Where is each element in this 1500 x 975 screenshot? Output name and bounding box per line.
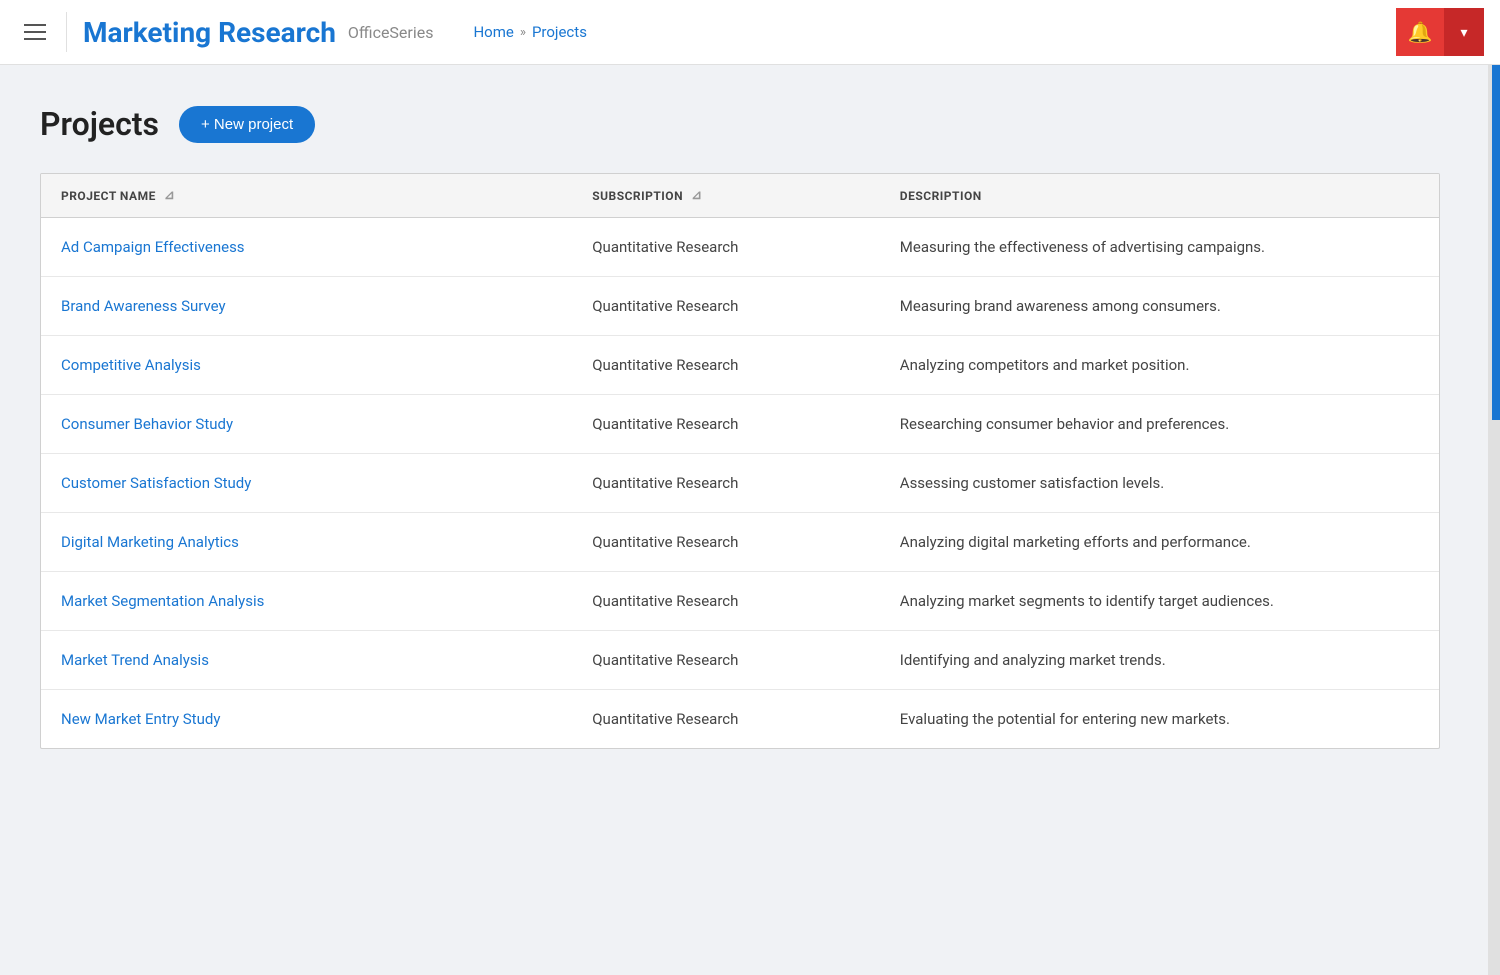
cell-subscription: Quantitative Research bbox=[572, 218, 880, 277]
project-link[interactable]: Market Trend Analysis bbox=[61, 651, 209, 669]
cell-description: Analyzing market segments to identify ta… bbox=[880, 572, 1439, 631]
table-header: PROJECT NAME ⊿ SUBSCRIPTION ⊿ DESCRIPTIO… bbox=[41, 174, 1439, 218]
header-divider bbox=[66, 12, 67, 52]
projects-table: PROJECT NAME ⊿ SUBSCRIPTION ⊿ DESCRIPTIO… bbox=[41, 174, 1439, 748]
app-title: Marketing Research bbox=[83, 16, 336, 49]
cell-description: Measuring the effectiveness of advertisi… bbox=[880, 218, 1439, 277]
cell-description: Analyzing competitors and market positio… bbox=[880, 336, 1439, 395]
project-link[interactable]: Consumer Behavior Study bbox=[61, 415, 233, 433]
chevron-down-icon: ▾ bbox=[1460, 24, 1467, 41]
app-subtitle: OfficeSeries bbox=[348, 23, 434, 42]
table-row: Consumer Behavior Study Quantitative Rese… bbox=[41, 395, 1439, 454]
cell-project-name: Market Segmentation Analysis bbox=[41, 572, 572, 631]
notification-icon: 🔔 bbox=[1408, 20, 1433, 45]
breadcrumb-current: Projects bbox=[532, 23, 587, 41]
table-row: Digital Marketing Analytics Quantitative … bbox=[41, 513, 1439, 572]
col-header-name: PROJECT NAME ⊿ bbox=[41, 174, 572, 218]
cell-subscription: Quantitative Research bbox=[572, 454, 880, 513]
project-link[interactable]: Customer Satisfaction Study bbox=[61, 474, 251, 492]
main-content: Projects + New project PROJECT NAME ⊿ SU… bbox=[0, 65, 1500, 789]
header-actions: 🔔 ▾ bbox=[1396, 8, 1484, 56]
cell-description: Identifying and analyzing market trends. bbox=[880, 631, 1439, 690]
cell-project-name: Digital Marketing Analytics bbox=[41, 513, 572, 572]
hamburger-menu[interactable] bbox=[16, 16, 54, 48]
cell-description: Measuring brand awareness among consumer… bbox=[880, 277, 1439, 336]
cell-description: Analyzing digital marketing efforts and … bbox=[880, 513, 1439, 572]
breadcrumb-separator: » bbox=[520, 25, 526, 40]
project-link[interactable]: Digital Marketing Analytics bbox=[61, 533, 239, 551]
cell-description: Researching consumer behavior and prefer… bbox=[880, 395, 1439, 454]
cell-project-name: Ad Campaign Effectiveness bbox=[41, 218, 572, 277]
table-row: Market Segmentation Analysis Quantitative… bbox=[41, 572, 1439, 631]
filter-icon-subscription[interactable]: ⊿ bbox=[691, 188, 702, 203]
cell-project-name: New Market Entry Study bbox=[41, 690, 572, 749]
breadcrumb: Home » Projects bbox=[473, 23, 586, 41]
app-header: Marketing Research OfficeSeries Home » P… bbox=[0, 0, 1500, 65]
table-row: Brand Awareness Survey Quantitative Resea… bbox=[41, 277, 1439, 336]
project-link[interactable]: Market Segmentation Analysis bbox=[61, 592, 264, 610]
page-title: Projects bbox=[40, 105, 159, 143]
col-header-description: DESCRIPTION bbox=[880, 174, 1439, 218]
cell-project-name: Market Trend Analysis bbox=[41, 631, 572, 690]
scrollbar-track bbox=[1488, 0, 1500, 975]
cell-description: Assessing customer satisfaction levels. bbox=[880, 454, 1439, 513]
table-row: Customer Satisfaction Study Quantitative … bbox=[41, 454, 1439, 513]
table-body: Ad Campaign Effectiveness Quantitative Re… bbox=[41, 218, 1439, 749]
table-row: New Market Entry Study Quantitative Resea… bbox=[41, 690, 1439, 749]
table-row: Ad Campaign Effectiveness Quantitative Re… bbox=[41, 218, 1439, 277]
projects-table-container: PROJECT NAME ⊿ SUBSCRIPTION ⊿ DESCRIPTIO… bbox=[40, 173, 1440, 749]
cell-subscription: Quantitative Research bbox=[572, 513, 880, 572]
table-row: Competitive Analysis Quantitative Researc… bbox=[41, 336, 1439, 395]
project-link[interactable]: Competitive Analysis bbox=[61, 356, 201, 374]
new-project-button[interactable]: + New project bbox=[179, 106, 315, 143]
cell-subscription: Quantitative Research bbox=[572, 395, 880, 454]
notification-button[interactable]: 🔔 bbox=[1396, 8, 1444, 56]
project-link[interactable]: Ad Campaign Effectiveness bbox=[61, 238, 245, 256]
cell-subscription: Quantitative Research bbox=[572, 277, 880, 336]
cell-project-name: Brand Awareness Survey bbox=[41, 277, 572, 336]
cell-project-name: Customer Satisfaction Study bbox=[41, 454, 572, 513]
cell-project-name: Consumer Behavior Study bbox=[41, 395, 572, 454]
cell-subscription: Quantitative Research bbox=[572, 631, 880, 690]
cell-project-name: Competitive Analysis bbox=[41, 336, 572, 395]
cell-subscription: Quantitative Research bbox=[572, 572, 880, 631]
project-link[interactable]: Brand Awareness Survey bbox=[61, 297, 226, 315]
user-dropdown-button[interactable]: ▾ bbox=[1444, 8, 1484, 56]
table-row: Market Trend Analysis Quantitative Resear… bbox=[41, 631, 1439, 690]
cell-subscription: Quantitative Research bbox=[572, 336, 880, 395]
project-link[interactable]: New Market Entry Study bbox=[61, 710, 220, 728]
col-header-subscription: SUBSCRIPTION ⊿ bbox=[572, 174, 880, 218]
filter-icon-name[interactable]: ⊿ bbox=[164, 188, 175, 203]
cell-subscription: Quantitative Research bbox=[572, 690, 880, 749]
cell-description: Evaluating the potential for entering ne… bbox=[880, 690, 1439, 749]
breadcrumb-home[interactable]: Home bbox=[473, 23, 513, 41]
page-header: Projects + New project bbox=[40, 105, 1460, 143]
